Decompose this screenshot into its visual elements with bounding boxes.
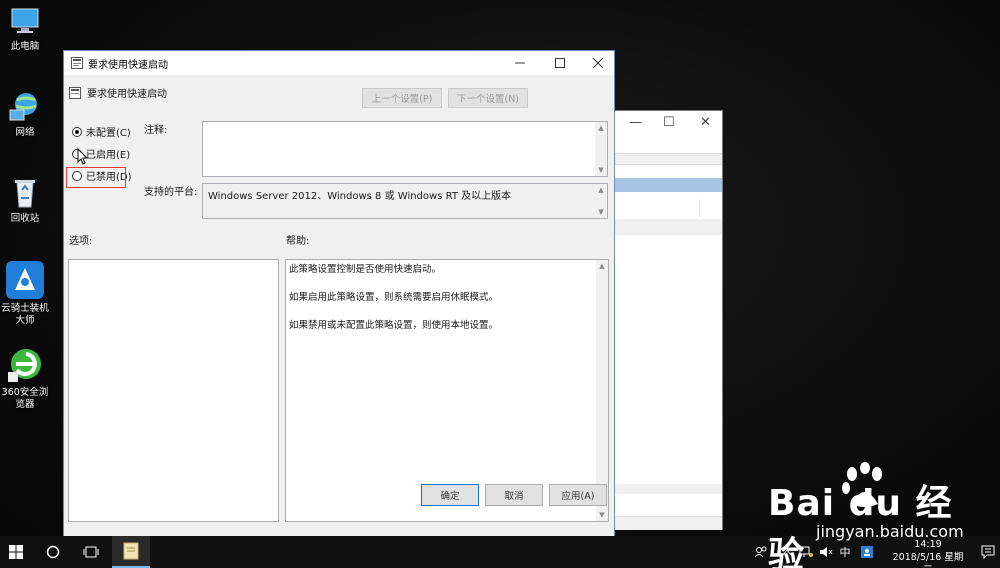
start-button[interactable]	[0, 536, 32, 568]
minimize-icon	[515, 62, 525, 64]
minimize-button[interactable]: —	[629, 115, 642, 130]
desktop-icon-label: 360安全浏览器	[1, 387, 49, 410]
desktop-icon-label: 云骑士装机大师	[1, 303, 49, 326]
options-pane[interactable]	[68, 259, 279, 522]
scroll-up-icon[interactable]: ▲	[595, 184, 607, 196]
desktop-icon-network[interactable]: 网络	[0, 90, 50, 139]
comment-label: 注释:	[144, 125, 168, 136]
close-button[interactable]: ✕	[700, 115, 711, 130]
next-setting-button[interactable]: 下一个设置(N)	[448, 88, 528, 108]
dialog-title: 要求使用快速启动	[88, 60, 168, 71]
desktop-icon-label: 网络	[15, 127, 35, 138]
background-window-titlebar[interactable]: — ☐ ✕	[615, 111, 722, 137]
this-pc-icon	[11, 8, 39, 33]
scroll-up-icon[interactable]: ▲	[595, 122, 607, 134]
radio-label: 未配置(C)	[86, 128, 131, 139]
scroll-down-icon[interactable]: ▼	[595, 206, 607, 218]
ok-button[interactable]: 确定	[421, 484, 479, 506]
scroll-down-icon[interactable]: ▼	[596, 509, 608, 521]
cancel-button[interactable]: 取消	[485, 484, 543, 506]
platform-label: 支持的平台:	[144, 187, 198, 198]
maximize-button[interactable]: ☐	[663, 115, 675, 130]
dialog-client: 要求使用快速启动 上一个设置(P) 下一个设置(N) 未配置(C) 已启用(E)…	[64, 75, 614, 544]
action-center-button[interactable]	[978, 536, 998, 568]
recycle-bin-icon	[15, 180, 35, 208]
notification-icon	[981, 545, 995, 559]
policy-icon	[71, 57, 83, 69]
network-icon	[9, 93, 37, 121]
scroll-up-icon[interactable]: ▲	[596, 260, 608, 272]
desktop-icon-recycle-bin[interactable]: 回收站	[0, 176, 50, 225]
browser-360-icon	[8, 349, 41, 382]
baidu-watermark: Bai du 经验 jingyan.baidu.com	[768, 462, 968, 568]
scroll-down-icon[interactable]: ▼	[595, 164, 607, 176]
dialog-maximize-button[interactable]	[540, 51, 580, 75]
help-paragraph: 如果禁用或未配置此策略设置，则使用本地设置。	[289, 320, 499, 331]
dialog-minimize-button[interactable]	[500, 51, 540, 75]
help-scrollbar[interactable]: ▲ ▼	[596, 260, 608, 521]
mouse-cursor-icon	[77, 148, 89, 165]
background-toolbar	[615, 153, 722, 165]
desktop-icon-360-browser[interactable]: 360安全浏览器	[0, 346, 50, 411]
search-button[interactable]	[38, 536, 68, 568]
setting-name: 要求使用快速启动	[87, 89, 167, 100]
prev-setting-button[interactable]: 上一个设置(P)	[362, 88, 442, 108]
taskbar-app-gpedit[interactable]	[112, 536, 150, 568]
help-label: 帮助:	[286, 236, 310, 247]
radio-not-configured[interactable]: 未配置(C)	[72, 124, 131, 139]
platform-scrollbar[interactable]: ▲ ▼	[595, 184, 607, 218]
setting-header: 要求使用快速启动	[69, 85, 167, 100]
comment-textarea[interactable]: ▲ ▼	[202, 121, 608, 177]
radio-label: 已启用(E)	[86, 150, 131, 161]
comment-scrollbar[interactable]: ▲ ▼	[595, 122, 607, 176]
radio-indicator[interactable]	[72, 126, 82, 137]
apply-button[interactable]: 应用(A)	[549, 484, 607, 506]
maximize-icon	[555, 58, 565, 68]
policy-editor-icon	[123, 542, 139, 560]
task-view-icon	[83, 546, 99, 558]
watermark-brand: Bai du 经验	[768, 483, 953, 568]
platform-value: Windows Server 2012、Windows 8 或 Windows …	[208, 191, 512, 202]
background-status-bar	[615, 516, 722, 530]
close-icon	[593, 58, 603, 68]
desktop-icon-label: 回收站	[10, 213, 40, 224]
background-horizontal-scrollbar[interactable]	[615, 484, 722, 494]
background-window[interactable]: — ☐ ✕	[614, 110, 723, 530]
platform-textbox: Windows Server 2012、Windows 8 或 Windows …	[202, 183, 608, 219]
dialog-titlebar[interactable]: 要求使用快速启动	[64, 51, 614, 75]
people-icon	[754, 546, 767, 558]
cortana-circle-icon	[46, 545, 60, 559]
desktop-icon-this-pc[interactable]: 此电脑	[0, 4, 50, 53]
background-header-strip	[615, 219, 722, 235]
background-column-divider	[699, 199, 700, 217]
yunqishi-icon	[6, 261, 44, 299]
help-pane[interactable]: 此策略设置控制是否使用快速启动。 如果启用此策略设置，则系统需要启用休眠模式。 …	[285, 259, 609, 522]
annotation-highlight-box	[66, 167, 126, 188]
help-paragraph: 此策略设置控制是否使用快速启动。	[289, 264, 442, 275]
options-label: 选项:	[69, 236, 93, 247]
policy-dialog: 要求使用快速启动 要求使用快速启动 上一个设置(P) 下一个设置(N) 未配置(…	[63, 50, 615, 545]
windows-logo-icon	[9, 545, 23, 559]
dialog-close-button[interactable]	[578, 51, 614, 75]
help-text: 此策略设置控制是否使用快速启动。 如果启用此策略设置，则系统需要启用休眠模式。 …	[289, 263, 498, 347]
desktop-icon-label: 此电脑	[10, 41, 40, 52]
help-paragraph: 如果启用此策略设置，则系统需要启用休眠模式。	[289, 292, 499, 303]
setting-icon	[69, 86, 81, 99]
background-selected-row[interactable]	[615, 178, 722, 192]
watermark-url: jingyan.baidu.com	[816, 522, 964, 541]
desktop-icon-yunqishi[interactable]: 云骑士装机大师	[0, 260, 50, 327]
task-view-button[interactable]	[76, 536, 106, 568]
